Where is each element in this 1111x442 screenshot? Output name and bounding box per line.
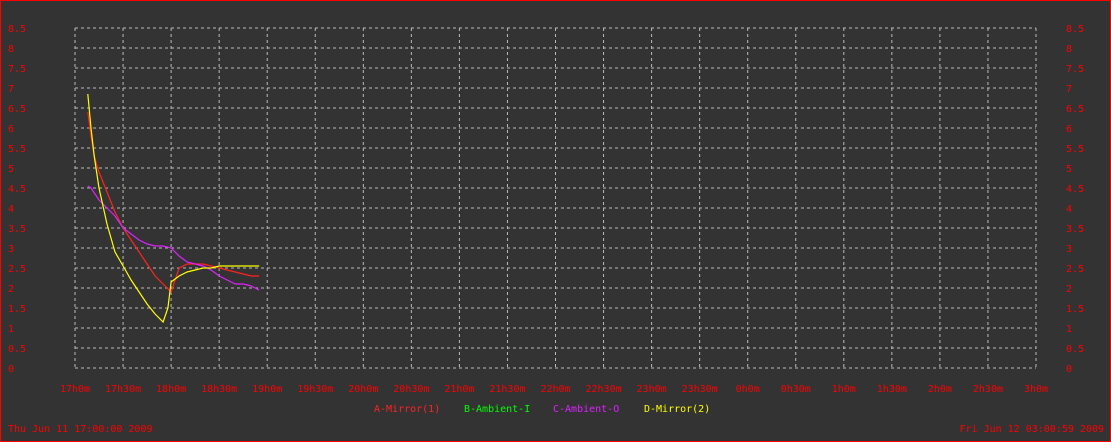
y-tick-label: 0	[1066, 364, 1072, 375]
x-tick-label: 2h0m	[928, 384, 952, 395]
y-tick-label: 7	[1066, 84, 1072, 95]
x-tick-label: 21h0m	[444, 384, 474, 395]
y-tick-label: 7.5	[8, 64, 26, 75]
series-line-c-ambient-o	[87, 185, 260, 291]
y-tick-label: 5	[1066, 164, 1072, 175]
y-tick-label: 2	[8, 284, 14, 295]
y-tick-label: 4.5	[1066, 184, 1084, 195]
x-tick-label: 21h30m	[489, 384, 525, 395]
y-tick-label: 1.5	[1066, 304, 1084, 315]
y-tick-label: 8	[1066, 44, 1072, 55]
y-tick-label: 3	[8, 244, 14, 255]
y-tick-label: 5	[8, 164, 14, 175]
y-tick-label: 8.5	[8, 24, 26, 35]
y-tick-label: 3	[1066, 244, 1072, 255]
grid-layer	[74, 27, 1037, 369]
y-tick-label: 4	[8, 204, 14, 215]
x-tick-label: 23h0m	[637, 384, 667, 395]
x-tick-label: 3h0m	[1024, 384, 1048, 395]
y-tick-label: 5.5	[1066, 144, 1084, 155]
x-tick-label: 17h30m	[105, 384, 141, 395]
y-tick-label: 7.5	[1066, 64, 1084, 75]
x-tick-label: 20h30m	[393, 384, 429, 395]
y-tick-label: 4	[1066, 204, 1072, 215]
y-tick-label: 3.5	[8, 224, 26, 235]
y-tick-label: 2.5	[1066, 264, 1084, 275]
y-tick-label: 0.5	[1066, 344, 1084, 355]
y-tick-label: 6	[8, 124, 14, 135]
y-tick-label: 8	[8, 44, 14, 55]
legend: A-Mirror(1) B-Ambient-I C-Ambient-O D-Mirro…	[374, 404, 710, 415]
legend-entry: A-Mirror(1)	[374, 404, 440, 415]
y-tick-label: 1	[8, 324, 14, 335]
x-tick-label: 0h30m	[781, 384, 811, 395]
y-axis-left: 0 0.5 1 1.5 2 2.5 3 3.5 4 4.5 5 5.5 6 6.5 7 7.5 8 8.5	[8, 24, 26, 375]
y-tick-label: 4.5	[8, 184, 26, 195]
y-tick-label: 3.5	[1066, 224, 1084, 235]
x-tick-label: 1h0m	[832, 384, 856, 395]
x-tick-label: 18h30m	[201, 384, 237, 395]
start-timestamp: Thu Jun 11 17:00:00 2009	[8, 424, 153, 435]
x-axis: 17h0m 17h30m 18h0m 18h30m 19h0m 19h30m 20h0m 20…	[60, 384, 1048, 395]
x-tick-label: 2h30m	[973, 384, 1003, 395]
legend-entry: D-Mirror(2)	[644, 404, 710, 415]
x-tick-label: 23h30m	[682, 384, 718, 395]
y-tick-label: 6	[1066, 124, 1072, 135]
x-tick-label: 20h0m	[348, 384, 378, 395]
x-tick-label: 0h0m	[736, 384, 760, 395]
y-tick-label: 0.5	[8, 344, 26, 355]
y-tick-label: 5.5	[8, 144, 26, 155]
y-tick-label: 1.5	[8, 304, 26, 315]
y-tick-label: 0	[8, 364, 14, 375]
y-tick-label: 2.5	[8, 264, 26, 275]
x-tick-label: 1h30m	[877, 384, 907, 395]
x-tick-label: 17h0m	[60, 384, 90, 395]
legend-entry: C-Ambient-O	[553, 404, 619, 415]
x-tick-label: 22h30m	[585, 384, 621, 395]
y-tick-label: 6.5	[8, 104, 26, 115]
x-tick-label: 19h0m	[252, 384, 282, 395]
y-tick-label: 2	[1066, 284, 1072, 295]
x-tick-label: 19h30m	[297, 384, 333, 395]
line-chart: 0 0.5 1 1.5 2 2.5 3 3.5 4 4.5 5 5.5 6 6.5 7 7.5 8 8.5 0 0.…	[8, 24, 1105, 435]
series-line-a-mirror-1-	[87, 111, 260, 294]
y-tick-label: 8.5	[1066, 24, 1084, 35]
x-tick-label: 22h0m	[540, 384, 570, 395]
y-tick-label: 7	[8, 84, 14, 95]
y-tick-label: 1	[1066, 324, 1072, 335]
legend-entry: B-Ambient-I	[464, 404, 530, 415]
y-tick-label: 6.5	[1066, 104, 1084, 115]
end-timestamp: Fri Jun 12 03:00:59 2009	[960, 424, 1105, 435]
y-axis-right: 0 0.5 1 1.5 2 2.5 3 3.5 4 4.5 5 5.5 6 6.5 7 7.5 8 8.5	[1066, 24, 1084, 375]
x-tick-label: 18h0m	[156, 384, 186, 395]
